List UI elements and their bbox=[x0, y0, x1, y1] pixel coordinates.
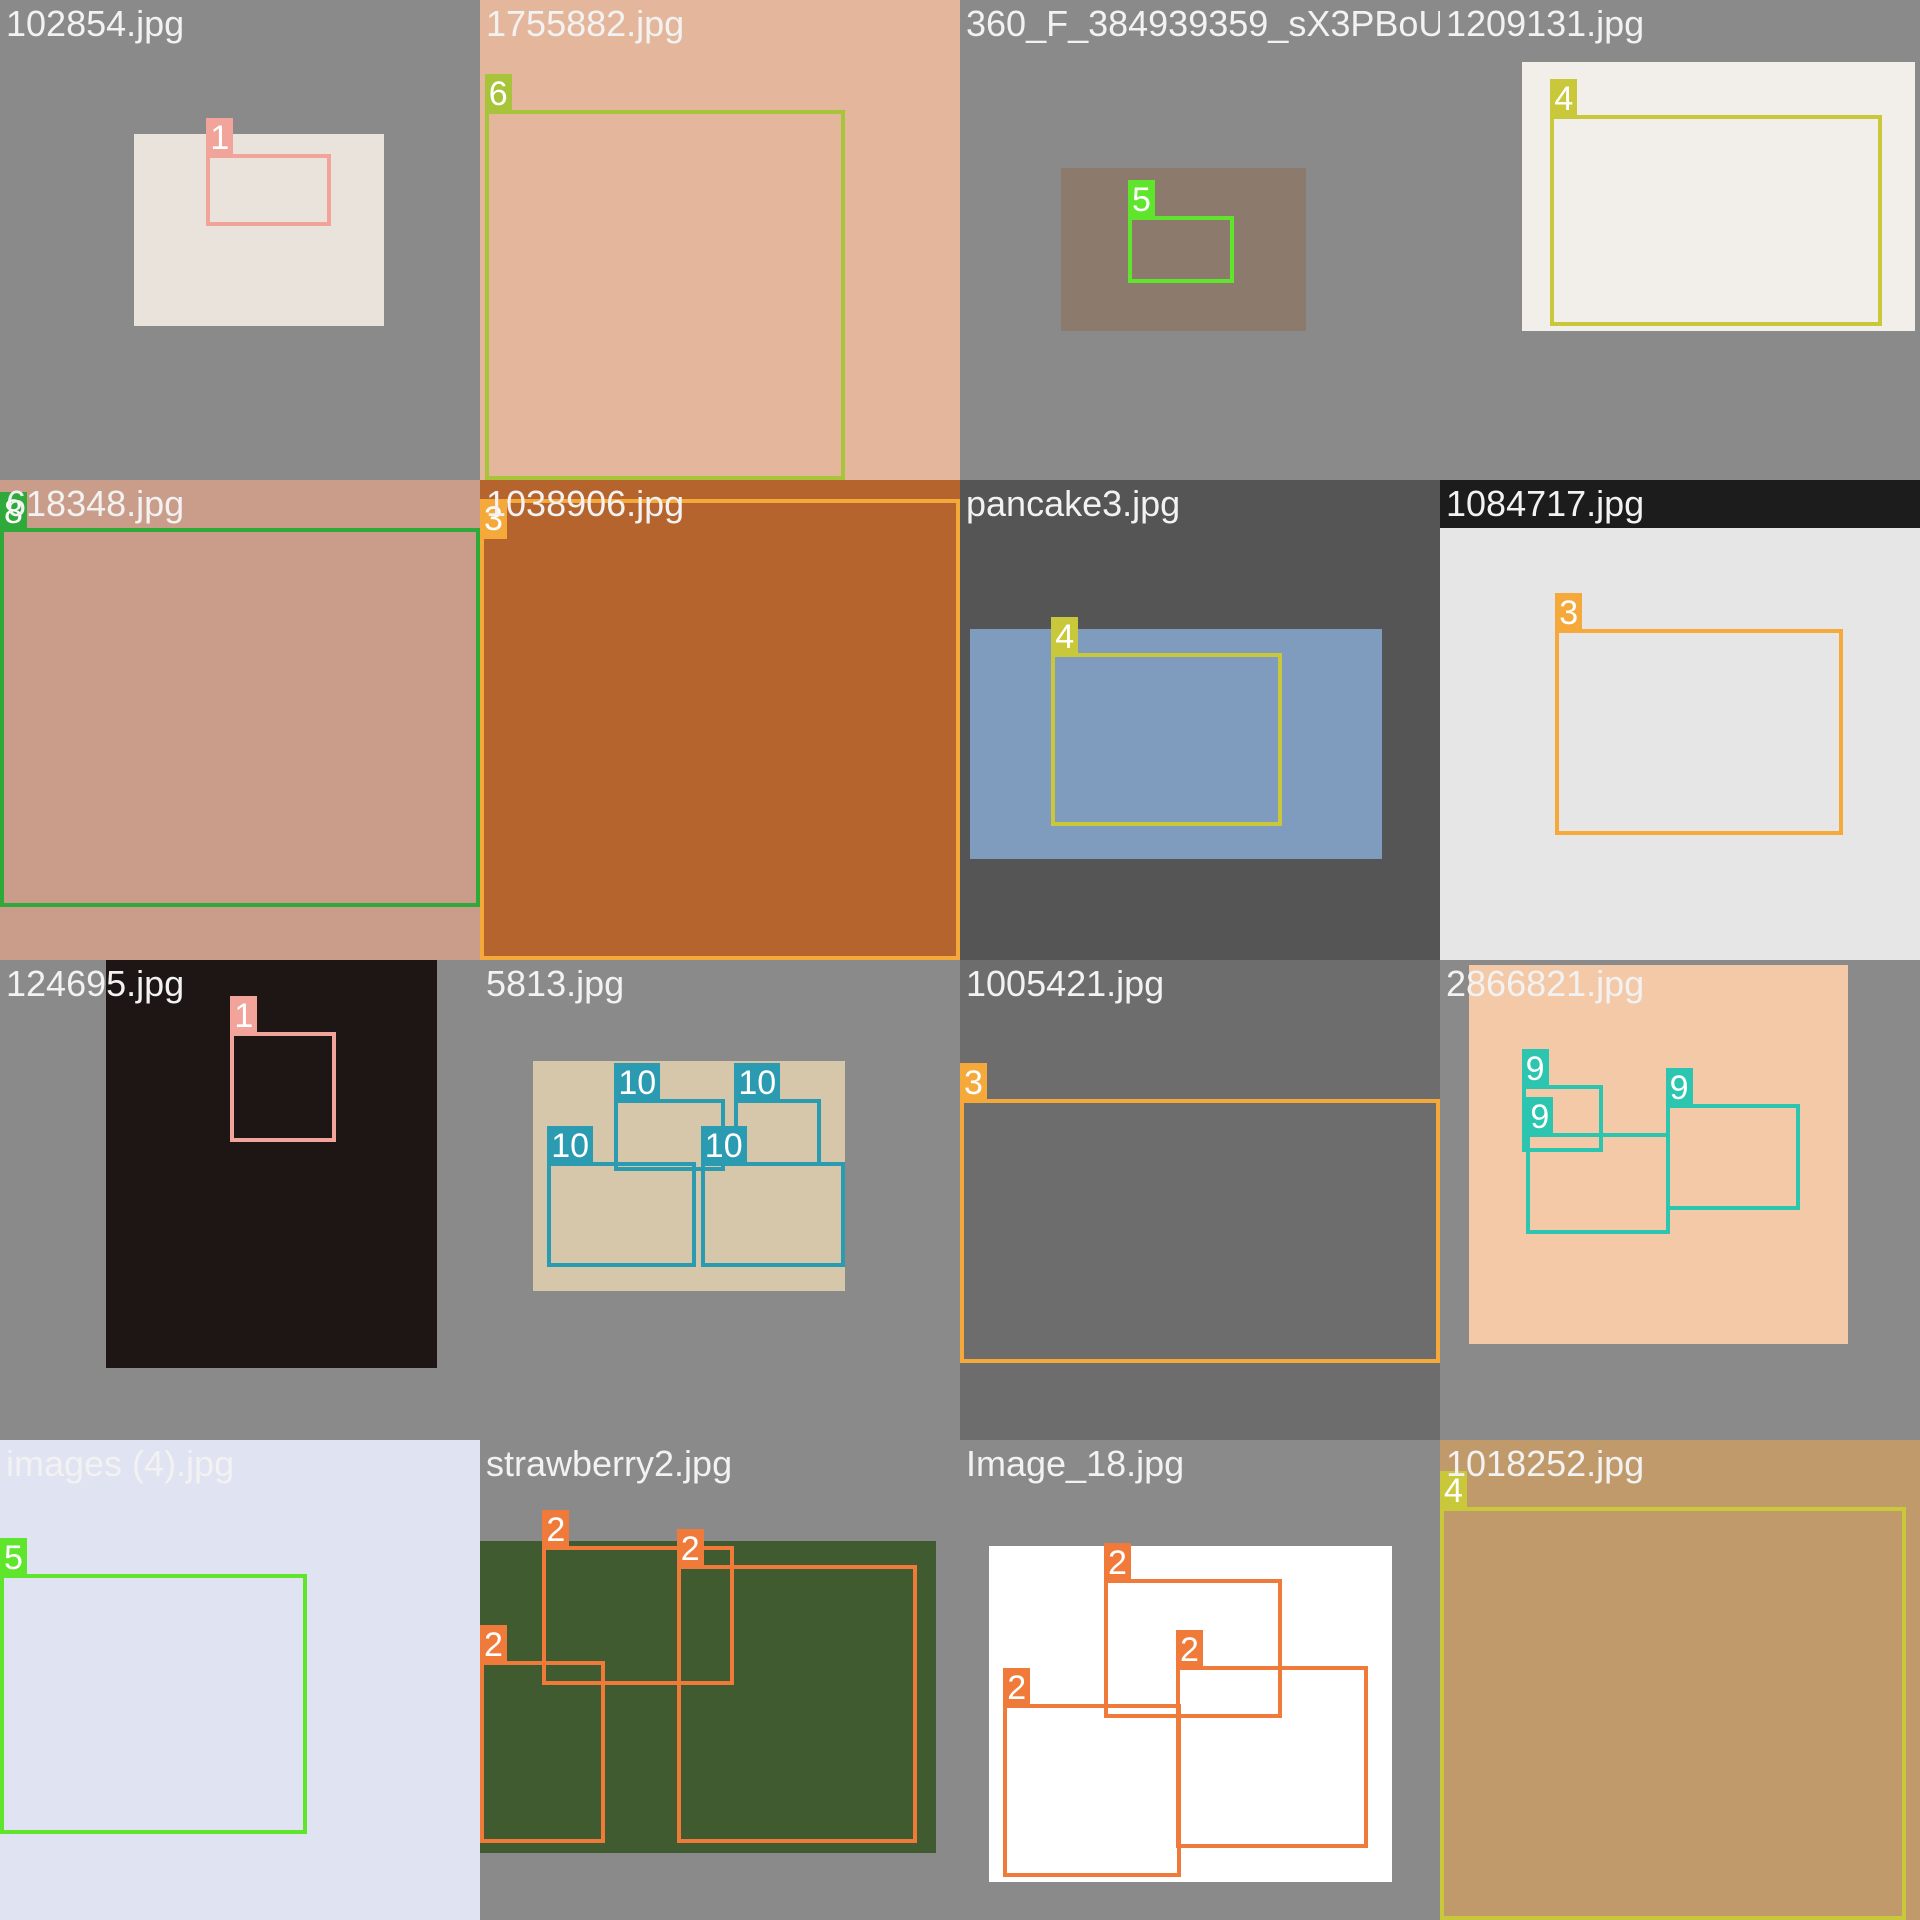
image-tile: 4 1209131.jpg bbox=[1440, 0, 1920, 480]
class-label: 9 bbox=[1526, 1096, 1554, 1137]
class-label: 9 bbox=[1665, 1068, 1693, 1108]
image-tile: 4 1018252.jpg bbox=[1440, 1440, 1920, 1920]
class-label: 10 bbox=[734, 1063, 781, 1104]
detection-box: 3 bbox=[480, 499, 960, 960]
image-tile: 5 360_F_384939359_sX3PBoU2O9T7d3RepLtstvN bbox=[960, 0, 1440, 480]
class-label: 2 bbox=[676, 1528, 704, 1569]
image-tile: 6 1755882.jpg bbox=[480, 0, 960, 480]
detection-box: 3 bbox=[1555, 592, 1844, 836]
detection-box: 3 bbox=[960, 1063, 1440, 1364]
detection-box: 8 bbox=[0, 492, 480, 908]
class-label: 5 bbox=[0, 1538, 27, 1579]
filename-label: 124695.jpg bbox=[6, 963, 185, 1004]
image-tile: 8 618348.jpg bbox=[0, 480, 480, 960]
class-label: 6 bbox=[484, 74, 512, 115]
filename-label: 360_F_384939359_sX3PBoU2O9T7d3RepLtstvN bbox=[966, 3, 1440, 44]
class-label: 10 bbox=[547, 1125, 594, 1166]
class-label: 1 bbox=[206, 117, 234, 158]
image-tile: 1 102854.jpg bbox=[0, 0, 480, 480]
class-label: 3 bbox=[1555, 592, 1583, 633]
detection-box: 10 bbox=[700, 1125, 845, 1268]
class-label: 2 bbox=[1104, 1543, 1131, 1584]
image-tile: 9 9 9 2866821.jpg bbox=[1440, 960, 1920, 1440]
detection-box: 6 bbox=[484, 74, 845, 480]
detection-box: 1 bbox=[230, 996, 336, 1143]
filename-label: 1084717.jpg bbox=[1446, 483, 1645, 524]
filename-label: 1755882.jpg bbox=[486, 3, 685, 44]
filename-label: 5813.jpg bbox=[486, 963, 625, 1004]
image-tile: 4 pancake3.jpg bbox=[960, 480, 1440, 960]
detection-box: 4 bbox=[1440, 1471, 1906, 1920]
detection-box: 10 bbox=[547, 1125, 696, 1268]
class-label: 2 bbox=[542, 1509, 570, 1550]
class-label: 3 bbox=[960, 1063, 987, 1104]
filename-label: strawberry2.jpg bbox=[486, 1443, 733, 1484]
filename-label: 2866821.jpg bbox=[1446, 963, 1645, 1004]
filename-label: 1018252.jpg bbox=[1446, 1443, 1645, 1484]
detection-box: 4 bbox=[1051, 616, 1282, 826]
image-tile: 3 1084717.jpg bbox=[1440, 480, 1920, 960]
class-label: 10 bbox=[700, 1125, 747, 1166]
class-label: 2 bbox=[1003, 1668, 1031, 1708]
detection-box: 9 bbox=[1665, 1068, 1800, 1210]
detection-box: 4 bbox=[1550, 79, 1882, 327]
detection-box: 5 bbox=[1128, 180, 1234, 284]
detection-box: 10 bbox=[734, 1063, 821, 1167]
image-tile: 3 1038906.jpg bbox=[480, 480, 960, 960]
image-tile: 2 2 2 Image_18.jpg bbox=[960, 1440, 1440, 1920]
image-tile: 10 10 10 10 5813.jpg bbox=[480, 960, 960, 1440]
detection-box: 9 bbox=[1526, 1096, 1671, 1234]
filename-label: pancake3.jpg bbox=[966, 483, 1181, 524]
class-label: 4 bbox=[1550, 79, 1578, 120]
filename-label: images (4).jpg bbox=[6, 1443, 235, 1484]
image-tile: 1 124695.jpg bbox=[0, 960, 480, 1440]
class-label: 4 bbox=[1051, 616, 1079, 657]
filename-label: 1005421.jpg bbox=[966, 963, 1165, 1004]
detection-box: 5 bbox=[0, 1538, 308, 1834]
detection-box: 2 bbox=[1003, 1668, 1181, 1877]
filename-label: 618348.jpg bbox=[6, 483, 185, 524]
mosaic-grid: 1 102854.jpg 6 1755882.jpg 5 360_F_384939359_… bbox=[0, 0, 1920, 1920]
filename-label: 1038906.jpg bbox=[486, 483, 685, 524]
detection-box: 2 bbox=[1176, 1629, 1368, 1848]
class-label: 10 bbox=[614, 1063, 661, 1104]
filename-label: 1209131.jpg bbox=[1446, 3, 1645, 44]
image-tile: 3 1005421.jpg bbox=[960, 960, 1440, 1440]
class-label: 1 bbox=[230, 996, 258, 1036]
class-label: 2 bbox=[1176, 1629, 1203, 1670]
filename-label: 102854.jpg bbox=[6, 3, 185, 44]
class-label: 2 bbox=[480, 1624, 507, 1665]
image-tile: 2 2 2 strawberry2.jpg bbox=[480, 1440, 960, 1920]
detection-box: 1 bbox=[206, 117, 332, 226]
photo-region bbox=[105, 960, 437, 1368]
class-label: 9 bbox=[1521, 1048, 1549, 1089]
class-label: 5 bbox=[1128, 180, 1155, 220]
filename-label: Image_18.jpg bbox=[966, 1443, 1185, 1484]
detection-box: 2 bbox=[676, 1528, 917, 1844]
detection-box: 2 bbox=[480, 1624, 605, 1844]
image-tile: 5 images (4).jpg bbox=[0, 1440, 480, 1920]
